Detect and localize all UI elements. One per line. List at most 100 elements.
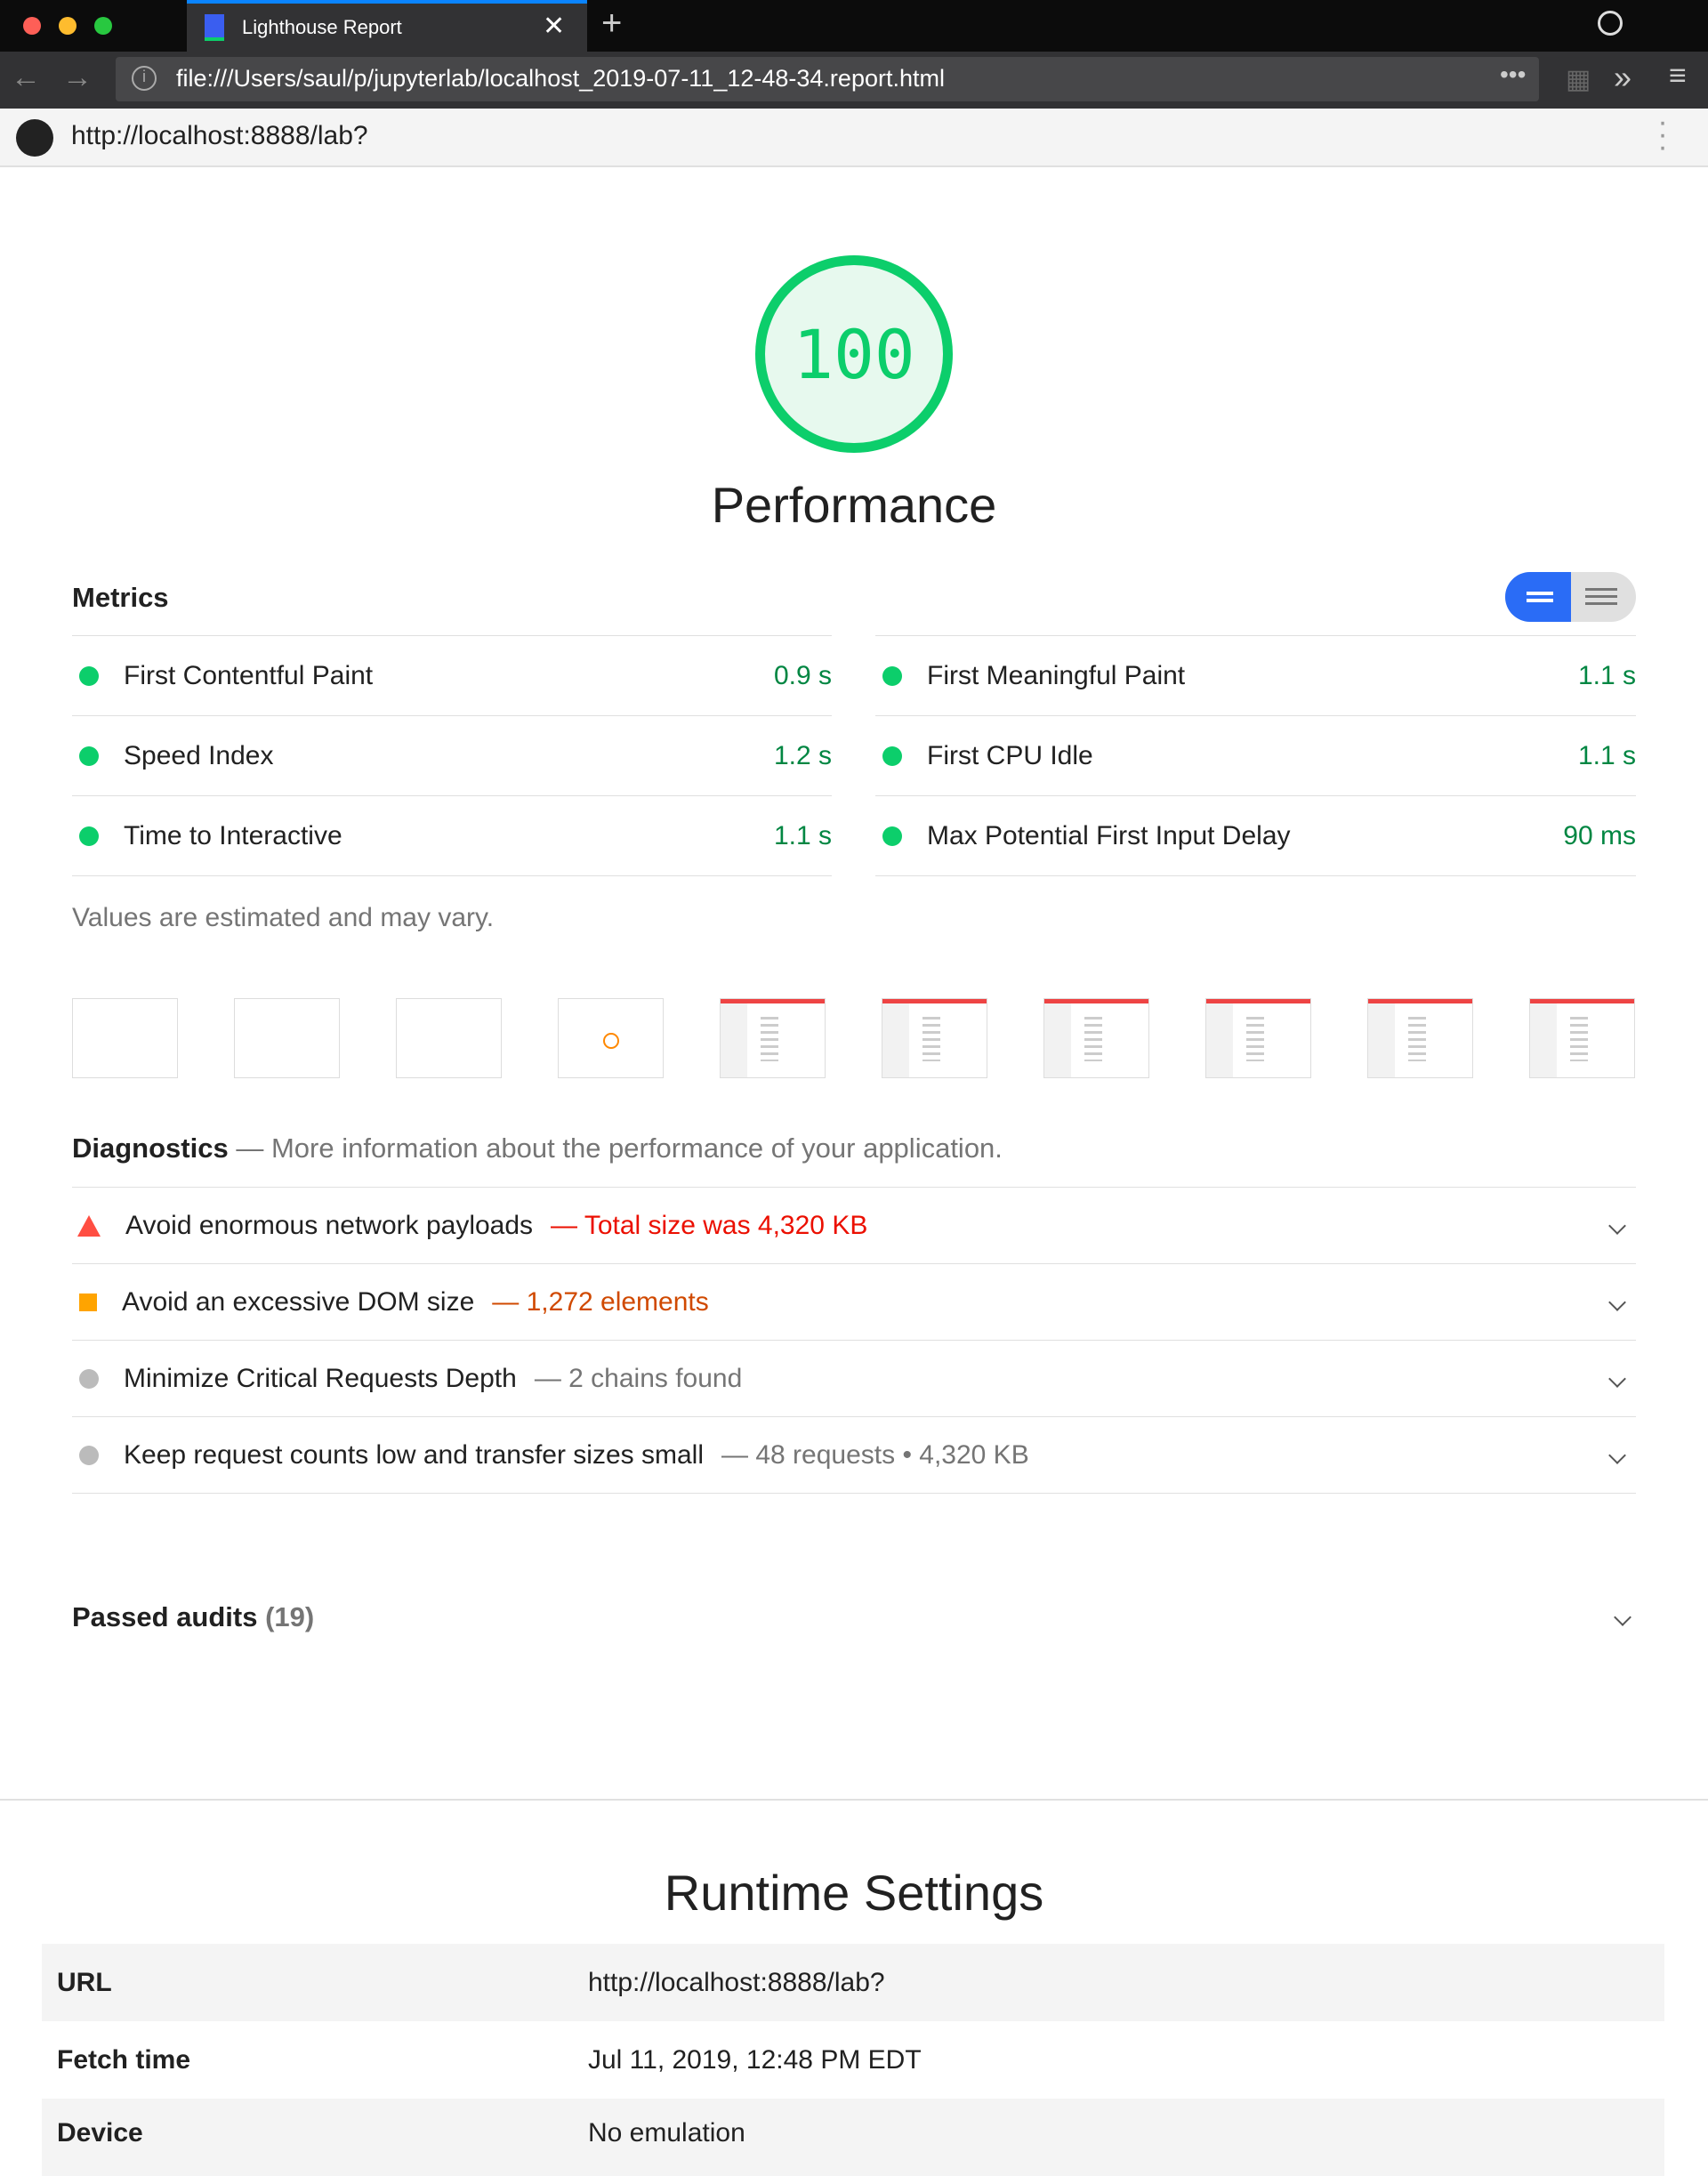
diagnostic-detail: — Total size was 4,320 KB xyxy=(551,1210,868,1240)
runtime-value: Jul 11, 2019, 12:48 PM EDT xyxy=(588,2044,922,2075)
section-divider xyxy=(0,1799,1708,1801)
category-title: Performance xyxy=(711,477,997,533)
metric-label: First Contentful Paint xyxy=(124,660,374,690)
chevron-down-icon[interactable] xyxy=(1608,1216,1626,1235)
more-options-icon[interactable]: · · · xyxy=(1656,107,1669,162)
report-url[interactable]: http://localhost:8888/lab? xyxy=(71,121,368,151)
sidebar-icon[interactable]: ▦ xyxy=(1566,64,1591,95)
diagnostic-label: Keep request counts low and transfer siz… xyxy=(124,1439,704,1470)
forward-icon[interactable]: → xyxy=(62,60,93,95)
score-gauge: 100 xyxy=(755,255,953,453)
maximize-window-button[interactable] xyxy=(94,17,112,35)
pass-icon xyxy=(882,665,902,686)
metric-value: 1.1 s xyxy=(773,820,832,850)
close-tab-icon[interactable]: ✕ xyxy=(543,11,565,42)
average-icon xyxy=(79,1293,97,1311)
metrics-note: Values are estimated and may vary. xyxy=(72,903,495,932)
diagnostic-critical-requests[interactable]: Minimize Critical Requests Depth — 2 chai… xyxy=(72,1341,1636,1417)
metrics-title: Metrics xyxy=(72,582,169,613)
metric-value: 1.2 s xyxy=(773,740,832,770)
back-icon[interactable]: ← xyxy=(11,60,41,95)
overflow-icon[interactable]: » xyxy=(1614,59,1631,96)
tab-lighthouse-report[interactable]: Lighthouse Report ✕ xyxy=(187,0,587,52)
chevron-down-icon[interactable] xyxy=(1608,1446,1626,1464)
metric-first-meaningful-paint: First Meaningful Paint 1.1 s xyxy=(875,636,1636,716)
pass-icon xyxy=(882,745,902,766)
address-bar[interactable]: i file:///Users/saul/p/jupyterlab/localh… xyxy=(116,57,1539,101)
metric-max-potential-fid: Max Potential First Input Delay 90 ms xyxy=(875,796,1636,876)
filmstrip-frame xyxy=(72,998,178,1078)
pass-icon xyxy=(79,745,99,766)
diagnostics-header: Diagnostics — More information about the… xyxy=(72,1132,1003,1165)
address-text: file:///Users/saul/p/jupyterlab/localhos… xyxy=(176,65,945,92)
metric-value: 0.9 s xyxy=(773,660,832,690)
diagnostic-network-payloads[interactable]: Avoid enormous network payloads — Total s… xyxy=(72,1188,1636,1264)
passed-audits-label: Passed audits xyxy=(72,1601,258,1632)
lighthouse-logo-icon xyxy=(16,119,53,157)
metrics-view-toggle[interactable] xyxy=(1505,572,1636,622)
pass-icon xyxy=(79,826,99,846)
runtime-key: Fetch time xyxy=(57,2044,191,2075)
runtime-key: Device xyxy=(57,2118,143,2148)
close-window-button[interactable] xyxy=(23,17,41,35)
metric-value: 90 ms xyxy=(1563,820,1636,850)
chevron-down-icon[interactable] xyxy=(1608,1293,1626,1311)
metric-label: Max Potential First Input Delay xyxy=(927,820,1291,850)
filmstrip-frame xyxy=(1367,998,1473,1078)
metric-label: Time to Interactive xyxy=(124,820,342,850)
diagnostic-dom-size[interactable]: Avoid an excessive DOM size — 1,272 eleme… xyxy=(72,1264,1636,1341)
diagnostic-label: Minimize Critical Requests Depth xyxy=(124,1363,517,1393)
filmstrip-frame xyxy=(1529,998,1635,1078)
filmstrip-frame xyxy=(558,998,664,1078)
runtime-key: URL xyxy=(57,1967,112,1997)
tab-title: Lighthouse Report xyxy=(242,16,402,38)
diagnostic-request-counts[interactable]: Keep request counts low and transfer siz… xyxy=(72,1417,1636,1494)
info-icon xyxy=(79,1368,99,1389)
runtime-value: No emulation xyxy=(588,2118,745,2148)
new-tab-icon[interactable]: + xyxy=(601,4,622,44)
diagnostic-detail: — 1,272 elements xyxy=(492,1286,709,1317)
info-icon[interactable]: i xyxy=(132,66,157,91)
score-value: 100 xyxy=(793,314,915,394)
metric-time-to-interactive: Time to Interactive 1.1 s xyxy=(72,796,832,876)
filmstrip-frame xyxy=(882,998,987,1078)
filmstrip-frame xyxy=(396,998,502,1078)
lighthouse-favicon-icon xyxy=(205,14,224,41)
runtime-row-device: Device No emulation xyxy=(42,2099,1664,2176)
minimize-window-button[interactable] xyxy=(59,17,77,35)
metric-value: 1.1 s xyxy=(1577,740,1636,770)
alarm-icon[interactable] xyxy=(1598,11,1623,36)
filmstrip-frame xyxy=(720,998,826,1078)
pass-icon xyxy=(79,665,99,686)
diagnostic-label: Avoid enormous network payloads xyxy=(125,1210,534,1240)
filmstrip-frame xyxy=(234,998,340,1078)
info-icon xyxy=(79,1445,99,1465)
expanded-view-button[interactable] xyxy=(1585,588,1617,591)
chevron-down-icon[interactable] xyxy=(1608,1369,1626,1388)
metric-value: 1.1 s xyxy=(1577,660,1636,690)
runtime-row-url: URL http://localhost:8888/lab? xyxy=(42,1944,1664,2021)
metric-label: Speed Index xyxy=(124,740,274,770)
page-actions-icon[interactable]: ••• xyxy=(1500,60,1526,89)
tab-bar: Lighthouse Report ✕ + xyxy=(0,0,1708,52)
diagnostic-label: Avoid an excessive DOM size xyxy=(122,1286,475,1317)
passed-audits-count: (19) xyxy=(265,1601,315,1632)
metric-label: First CPU Idle xyxy=(927,740,1093,770)
runtime-value: http://localhost:8888/lab? xyxy=(588,1967,885,1997)
diagnostic-detail: — 48 requests • 4,320 KB xyxy=(721,1439,1029,1470)
filmstrip-frame xyxy=(1043,998,1149,1078)
diagnostic-detail: — 2 chains found xyxy=(534,1363,743,1393)
filmstrip-frame xyxy=(1205,998,1311,1078)
metric-first-contentful-paint: First Contentful Paint 0.9 s xyxy=(72,636,832,716)
metric-label: First Meaningful Paint xyxy=(927,660,1186,690)
menu-icon[interactable]: ≡ xyxy=(1669,59,1687,93)
metric-speed-index: Speed Index 1.2 s xyxy=(72,716,832,796)
passed-audits-toggle[interactable]: Passed audits (19) xyxy=(72,1601,1636,1633)
runtime-settings-title: Runtime Settings xyxy=(664,1865,1044,1921)
fail-icon xyxy=(77,1214,101,1237)
compact-view-button[interactable] xyxy=(1505,572,1571,622)
report-topbar: http://localhost:8888/lab? · · · xyxy=(0,107,1708,167)
diagnostics-title: Diagnostics xyxy=(72,1132,229,1164)
chevron-down-icon[interactable] xyxy=(1614,1608,1631,1626)
diagnostics-subtitle: — More information about the performance… xyxy=(236,1132,1003,1164)
